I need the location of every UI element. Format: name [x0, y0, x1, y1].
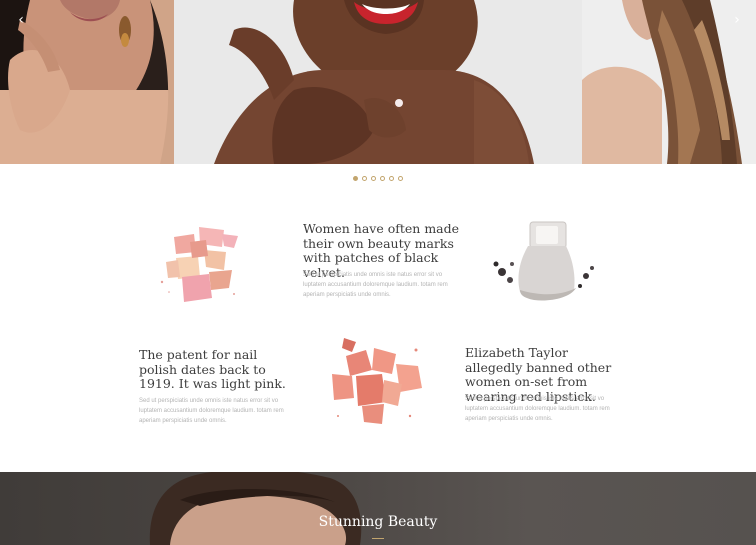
fact-2-body: Sed ut perspiciatis unde omnis iste natu…	[139, 398, 284, 424]
fact-3-body: Sed ut perspiciatis unde omnis iste natu…	[465, 396, 610, 422]
slider-dot-3[interactable]	[371, 176, 376, 181]
slider-pagination	[0, 174, 756, 184]
slide-photo-center	[174, 0, 582, 164]
chevron-left-icon: ‹	[18, 12, 24, 28]
fact-1-body: Sed ut perspiciatis unde omnis iste natu…	[303, 272, 448, 298]
slider-dot-6[interactable]	[398, 176, 403, 181]
slider-dot-5[interactable]	[389, 176, 394, 181]
crushed-coral-blush-image	[332, 338, 422, 424]
section-background-portrait-image	[149, 472, 362, 545]
crushed-blush-powder-image	[160, 227, 238, 302]
portrait-center-image	[174, 0, 582, 164]
slider-next-button[interactable]: ›	[730, 12, 744, 28]
fact-2-title: The patent for nail polish dates back to…	[139, 347, 286, 391]
slider-dot-4[interactable]	[380, 176, 385, 181]
slider-dot-2[interactable]	[362, 176, 367, 181]
stunning-beauty-section: Stunning Beauty	[0, 472, 756, 545]
hero-slider: ‹ ›	[0, 0, 756, 164]
chevron-right-icon: ›	[734, 12, 740, 28]
slider-dot-1[interactable]	[353, 176, 358, 181]
section-title: Stunning Beauty	[318, 514, 438, 530]
slider-prev-button[interactable]: ‹	[14, 12, 28, 28]
nail-polish-bottle-image	[493, 221, 594, 301]
section-title-divider	[372, 538, 384, 539]
